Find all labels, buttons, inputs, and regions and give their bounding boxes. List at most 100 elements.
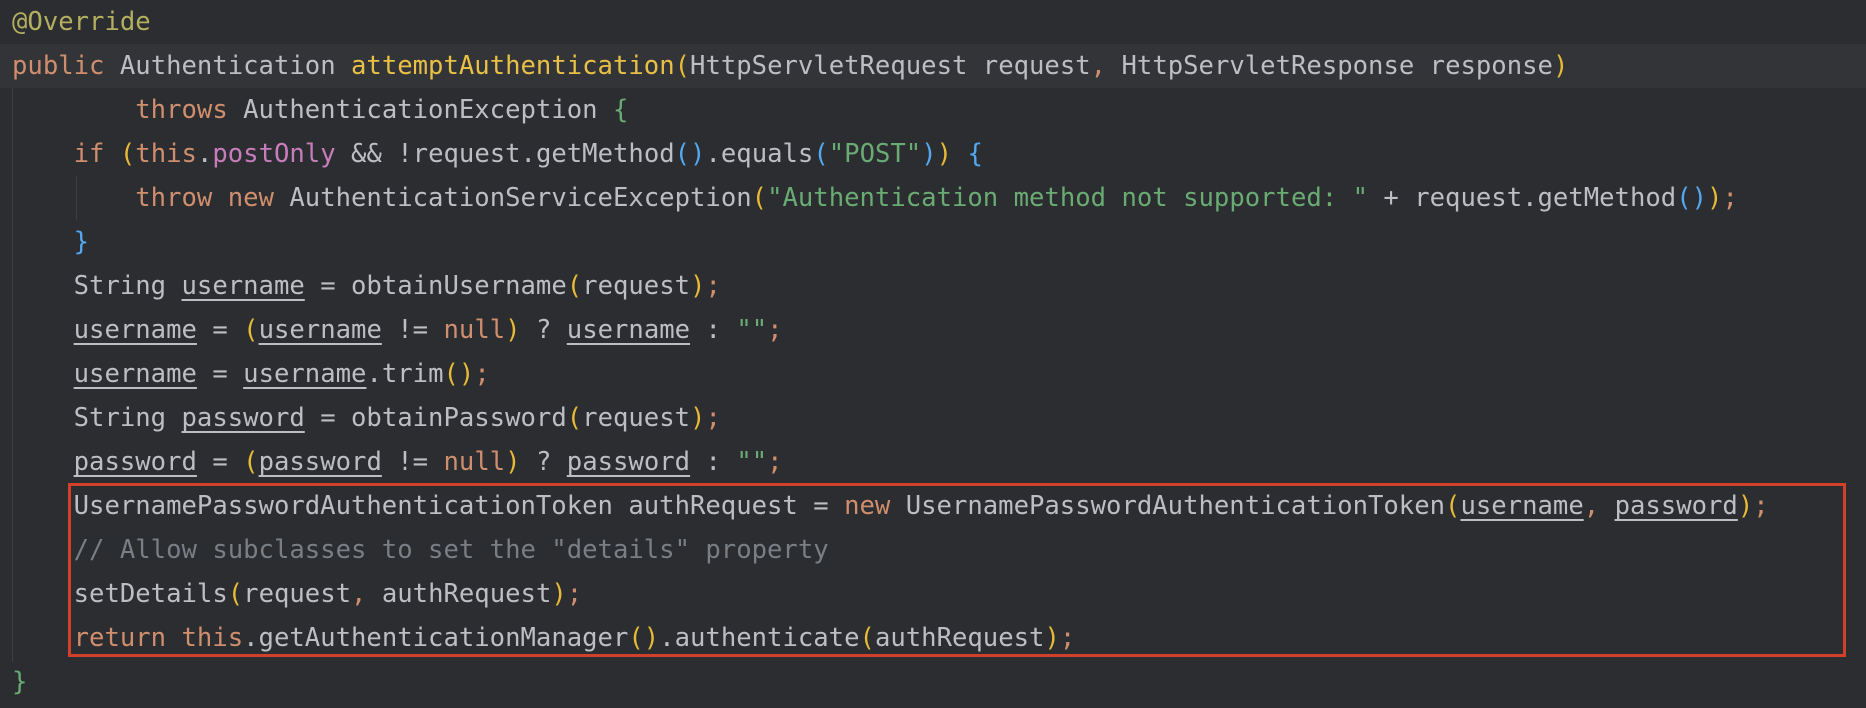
code-token: username bbox=[243, 359, 367, 389]
code-token: ( bbox=[227, 579, 244, 609]
code-line[interactable]: @Override bbox=[0, 0, 1866, 44]
code-token: AuthenticationServiceException bbox=[289, 183, 752, 213]
code-token: , bbox=[351, 579, 382, 609]
code-line[interactable]: username = (username != null) ? username… bbox=[0, 308, 1866, 352]
code-token: throw bbox=[12, 183, 228, 213]
code-line[interactable]: String password = obtainPassword(request… bbox=[0, 396, 1866, 440]
code-token: username bbox=[73, 315, 197, 345]
code-editor[interactable]: @Override public Authentication attemptAu… bbox=[0, 0, 1866, 708]
code-token: String bbox=[12, 403, 182, 433]
code-line[interactable]: setDetails(request, authRequest); bbox=[0, 572, 1866, 616]
code-token: ) bbox=[505, 447, 521, 477]
code-token: HttpServletResponse response bbox=[1121, 51, 1553, 81]
code-token: () bbox=[674, 139, 706, 169]
code-token: ( bbox=[813, 139, 829, 169]
code-token: . bbox=[196, 139, 213, 169]
code-token: .getAuthenticationManager bbox=[243, 623, 629, 653]
code-token: postOnly bbox=[212, 139, 336, 169]
code-token: Authentication bbox=[119, 51, 352, 81]
code-token: // Allow subclasses to set the "details"… bbox=[12, 535, 829, 565]
code-token: if bbox=[12, 139, 120, 169]
code-token: ( bbox=[243, 315, 259, 345]
code-token: != bbox=[381, 315, 444, 345]
code-token: ; bbox=[767, 315, 783, 345]
code-token: ( bbox=[119, 139, 136, 169]
code-token: setDetails bbox=[12, 579, 228, 609]
code-token: ? bbox=[520, 315, 567, 345]
code-token: "POST" bbox=[828, 139, 922, 169]
code-token: null bbox=[443, 447, 506, 477]
code-token: ) bbox=[505, 315, 521, 345]
code-token: ( bbox=[566, 403, 583, 433]
code-token: ) bbox=[921, 139, 937, 169]
code-token: } bbox=[12, 667, 28, 697]
code-token: authRequest bbox=[381, 579, 552, 609]
code-token: ; bbox=[566, 579, 583, 609]
code-token: throws bbox=[12, 95, 244, 125]
code-line[interactable]: throw new AuthenticationServiceException… bbox=[0, 176, 1866, 220]
code-token: password bbox=[258, 447, 382, 477]
code-token: ) bbox=[690, 271, 706, 301]
code-token: ( bbox=[859, 623, 875, 653]
code-token: { bbox=[967, 139, 983, 169]
code-token: username bbox=[258, 315, 382, 345]
code-token: + request.getMethod bbox=[1368, 183, 1677, 213]
code-token: ? bbox=[520, 447, 567, 477]
code-token: ; bbox=[705, 271, 721, 301]
code-token: , bbox=[1090, 51, 1122, 81]
code-line[interactable]: if (this.postOnly && !request.getMethod(… bbox=[0, 132, 1866, 176]
code-token: () bbox=[628, 623, 660, 653]
code-line[interactable]: username = username.trim(); bbox=[0, 352, 1866, 396]
code-line[interactable]: password = (password != null) ? password… bbox=[0, 440, 1866, 484]
code-token: ; bbox=[474, 359, 490, 389]
code-line[interactable]: } bbox=[0, 220, 1866, 264]
code-token: username bbox=[73, 359, 197, 389]
code-token: "" bbox=[736, 447, 768, 477]
code-token: } bbox=[12, 227, 90, 257]
code-token: ( bbox=[751, 183, 768, 213]
code-token: ) bbox=[1044, 623, 1060, 653]
indent-guide bbox=[12, 88, 13, 662]
code-token: request bbox=[243, 579, 352, 609]
code-line[interactable]: UsernamePasswordAuthenticationToken auth… bbox=[0, 484, 1866, 528]
code-token: password bbox=[566, 447, 691, 477]
code-line[interactable]: public Authentication attemptAuthenticat… bbox=[0, 44, 1866, 88]
code-token: UsernamePasswordAuthenticationToken auth… bbox=[12, 491, 845, 521]
code-line[interactable]: } bbox=[0, 660, 1866, 704]
indent-guide bbox=[76, 176, 77, 220]
code-token: HttpServletRequest request bbox=[690, 51, 1091, 81]
code-token: null bbox=[443, 315, 506, 345]
code-token: String bbox=[12, 271, 182, 301]
code-token: ) bbox=[690, 403, 706, 433]
code-token: new bbox=[227, 183, 290, 213]
code-token: request bbox=[582, 403, 691, 433]
code-token: ( bbox=[1445, 491, 1461, 521]
code-line[interactable]: String username = obtainUsername(request… bbox=[0, 264, 1866, 308]
code-token: ; bbox=[1753, 491, 1769, 521]
code-line[interactable]: throws AuthenticationException { bbox=[0, 88, 1866, 132]
code-token: request bbox=[582, 271, 691, 301]
code-token: = bbox=[196, 315, 244, 345]
code-token: , bbox=[1583, 491, 1615, 521]
code-token: public bbox=[12, 51, 120, 81]
code-token: () bbox=[443, 359, 475, 389]
code-token: "Authentication method not supported: " bbox=[767, 183, 1369, 213]
code-line[interactable]: // Allow subclasses to set the "details"… bbox=[0, 528, 1866, 572]
code-line[interactable]: return this.getAuthenticationManager().a… bbox=[0, 616, 1866, 660]
code-token: password bbox=[181, 403, 305, 433]
code-token: ( bbox=[243, 447, 259, 477]
code-token: .trim bbox=[366, 359, 444, 389]
code-token: != bbox=[381, 447, 444, 477]
code-token: password bbox=[73, 447, 197, 477]
code-token: ; bbox=[1722, 183, 1738, 213]
code-token: { bbox=[612, 95, 629, 125]
code-token: ; bbox=[767, 447, 783, 477]
code-token: @Override bbox=[12, 7, 151, 37]
code-token: ) bbox=[1552, 51, 1569, 81]
code-token: "" bbox=[736, 315, 768, 345]
code-token: = bbox=[196, 359, 244, 389]
code-token: ( bbox=[566, 271, 583, 301]
code-token: && !request.getMethod bbox=[335, 139, 675, 169]
